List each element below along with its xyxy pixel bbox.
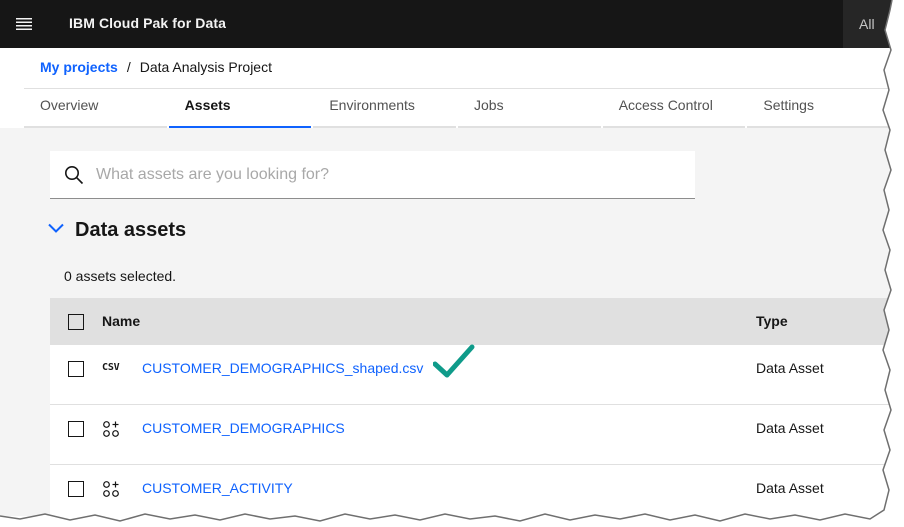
checkmark-annotation-icon — [433, 344, 475, 378]
data-table-icon — [103, 481, 119, 497]
breadcrumb: My projects / Data Analysis Project — [40, 59, 272, 75]
asset-name-link[interactable]: CUSTOMER_ACTIVITY — [142, 480, 293, 496]
csv-file-icon: CSV — [102, 362, 120, 373]
app-window: IBM Cloud Pak for Data All My projects /… — [0, 0, 892, 516]
tab-environments[interactable]: Environments — [313, 89, 457, 129]
section-title-data-assets: Data assets — [75, 219, 187, 241]
tab-settings[interactable]: Settings — [747, 89, 891, 129]
chevron-down-icon[interactable] — [48, 223, 64, 233]
data-assets-table: Name Type CSV CUSTOMER_DEMOGRAPHICS_shap… — [50, 298, 892, 516]
selected-count: 0 assets selected. — [64, 268, 177, 284]
row-checkbox[interactable] — [68, 421, 84, 437]
asset-search — [50, 151, 695, 199]
column-header-type[interactable]: Type — [756, 313, 788, 329]
hamburger-menu-icon — [16, 18, 32, 30]
column-header-name[interactable]: Name — [102, 313, 140, 329]
menu-button[interactable] — [0, 0, 48, 48]
row-checkbox[interactable] — [68, 361, 84, 377]
asset-name-link[interactable]: CUSTOMER_DEMOGRAPHICS — [142, 420, 345, 436]
scope-selector[interactable]: All — [843, 0, 892, 48]
asset-type: Data Asset — [756, 420, 824, 436]
row-checkbox[interactable] — [68, 481, 84, 497]
tab-assets[interactable]: Assets — [168, 89, 312, 129]
tab-access-control[interactable]: Access Control — [602, 89, 746, 129]
breadcrumb-separator: / — [126, 59, 131, 75]
table-row: CSV CUSTOMER_DEMOGRAPHICS_shaped.csv Dat… — [50, 344, 892, 405]
project-tabs: Overview Assets Environments Jobs Access… — [24, 88, 892, 129]
asset-type: Data Asset — [756, 480, 824, 496]
tab-jobs[interactable]: Jobs — [458, 89, 601, 129]
breadcrumb-my-projects[interactable]: My projects — [40, 59, 118, 75]
top-header: IBM Cloud Pak for Data All — [0, 0, 892, 48]
asset-name-link[interactable]: CUSTOMER_DEMOGRAPHICS_shaped.csv — [142, 360, 423, 376]
table-row: CUSTOMER_DEMOGRAPHICS Data Asset — [50, 405, 892, 465]
product-name: IBM Cloud Pak for Data — [69, 15, 226, 31]
asset-type: Data Asset — [756, 360, 824, 376]
breadcrumb-current-project: Data Analysis Project — [139, 59, 272, 75]
data-table-icon — [103, 421, 119, 437]
assets-content: Data assets 0 assets selected. Name Type… — [0, 128, 892, 516]
select-all-checkbox[interactable] — [68, 314, 84, 330]
table-row: CUSTOMER_ACTIVITY Data Asset — [50, 465, 892, 516]
tab-overview[interactable]: Overview — [24, 89, 167, 129]
search-icon — [65, 166, 84, 185]
search-input[interactable] — [96, 151, 686, 198]
table-header: Name Type — [50, 298, 892, 345]
